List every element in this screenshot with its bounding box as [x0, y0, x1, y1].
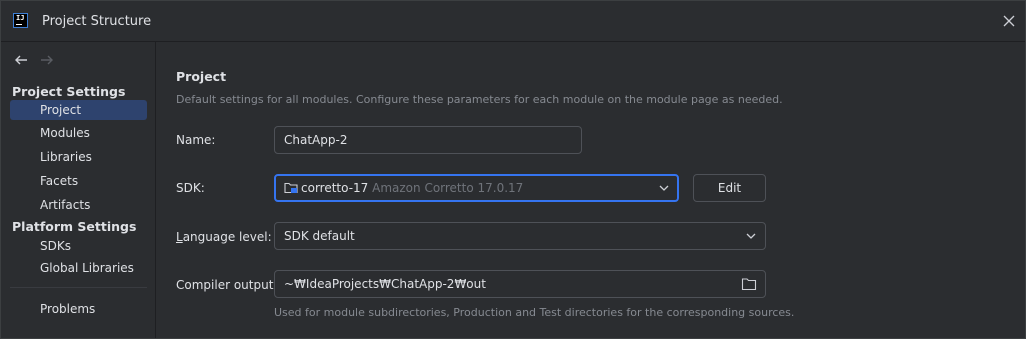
project-name-value: ChatApp-2	[284, 133, 348, 147]
sidebar-divider	[10, 287, 147, 288]
sdk-folder-icon	[284, 182, 298, 194]
sidebar-item-modules[interactable]: Modules	[10, 123, 147, 143]
compiler-output-field[interactable]: ~₩IdeaProjects₩ChatApp-2₩out	[274, 270, 766, 298]
sdk-name: corretto-17	[301, 181, 369, 195]
folder-icon[interactable]	[741, 277, 757, 291]
sdk-label: SDK:	[176, 181, 205, 195]
sidebar: Project Settings Project Modules Librari…	[1, 42, 156, 338]
language-level-label: Language level:	[176, 230, 272, 244]
section-header-platform-settings: Platform Settings	[12, 219, 137, 234]
window-title: Project Structure	[42, 14, 152, 29]
intellij-idea-icon: IJ	[13, 13, 28, 28]
close-icon	[1003, 15, 1015, 27]
chevron-down-icon	[746, 233, 756, 239]
sidebar-item-facets[interactable]: Facets	[10, 171, 147, 191]
sdk-detail: Amazon Corretto 17.0.17	[372, 181, 524, 195]
section-header-project-settings: Project Settings	[12, 84, 126, 99]
sidebar-item-global-libraries[interactable]: Global Libraries	[10, 258, 147, 278]
compiler-output-label: Compiler output:	[176, 278, 278, 292]
language-level-value: SDK default	[284, 229, 355, 243]
compiler-output-hint: Used for module subdirectories, Producti…	[274, 306, 795, 319]
language-level-label-text: anguage level:	[182, 230, 272, 244]
sidebar-item-problems[interactable]: Problems	[10, 299, 147, 319]
forward-arrow-icon[interactable]	[39, 52, 55, 68]
page-title: Project	[176, 69, 227, 84]
sidebar-item-project[interactable]: Project	[10, 100, 147, 120]
language-level-dropdown[interactable]: SDK default	[274, 222, 766, 250]
sidebar-item-libraries[interactable]: Libraries	[10, 147, 147, 167]
project-settings-panel: Project Default settings for all modules…	[156, 42, 1025, 338]
sidebar-item-sdks[interactable]: SDKs	[10, 236, 147, 256]
sdk-dropdown[interactable]: corretto-17 Amazon Corretto 17.0.17	[274, 174, 679, 202]
close-button[interactable]	[999, 11, 1019, 31]
title-bar: IJ Project Structure	[1, 1, 1025, 42]
language-level-mnemonic: L	[176, 230, 183, 244]
page-description: Default settings for all modules. Config…	[176, 93, 783, 106]
chevron-down-icon	[659, 185, 669, 191]
sidebar-item-artifacts[interactable]: Artifacts	[10, 195, 147, 215]
compiler-output-value: ~₩IdeaProjects₩ChatApp-2₩out	[284, 277, 486, 291]
back-arrow-icon[interactable]	[13, 52, 29, 68]
project-name-field[interactable]: ChatApp-2	[274, 126, 582, 154]
name-label: Name:	[176, 133, 216, 147]
edit-sdk-button[interactable]: Edit	[693, 174, 766, 202]
project-structure-dialog: IJ Project Structure Project Settings Pr…	[0, 0, 1026, 339]
